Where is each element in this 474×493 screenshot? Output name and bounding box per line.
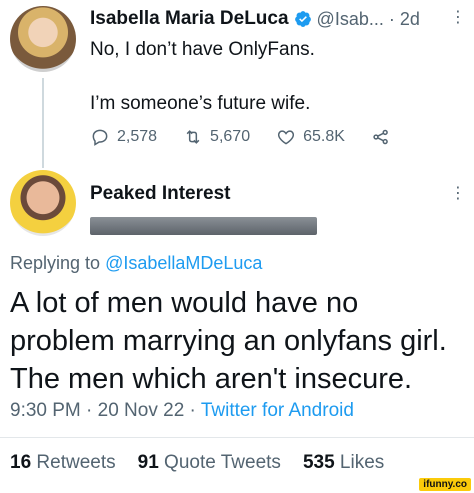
tweet1-actions: 2,578 5,670 65.8K [90,127,424,147]
quotes-stat[interactable]: 91 Quote Tweets [138,452,281,474]
more-options-icon[interactable]: ⋮ [450,10,466,26]
tweet1-text-line2: I’m someone’s future wife. [90,93,311,114]
avatar-isabella[interactable] [10,6,76,72]
likes-stat[interactable]: 535 Likes [303,452,384,474]
tweet-timestamp: 9:30 PM · 20 Nov 22 · Twitter for Androi… [10,400,354,422]
quotes-label: Quote Tweets [164,452,281,473]
reply-count: 2,578 [117,128,158,145]
source-link[interactable]: Twitter for Android [201,400,354,421]
avatar-peaked-interest[interactable] [10,170,76,236]
retweets-label: Retweets [36,452,116,473]
thread-line [42,78,44,168]
retweets-count: 16 [10,452,32,473]
tweet1-text-line1: No, I don’t have OnlyFans. [90,39,315,60]
reply-icon [92,129,108,146]
replying-mention-link[interactable]: @IsabellaMDeLuca [105,253,262,273]
tweet1-header: Isabella Maria DeLuca @Isab... · 2d [90,8,420,30]
author-name[interactable]: Isabella Maria DeLuca [90,8,289,30]
tweet2-text-line: A lot of men would have no [10,287,359,319]
share-icon [373,129,388,145]
tweet2-text-line: problem marrying an onlyfans girl. [10,325,447,357]
tweet2-text-line: The men which aren't insecure. [10,363,413,395]
likes-label: Likes [339,452,385,473]
retweet-icon [186,130,200,144]
quotes-count: 91 [137,452,159,473]
author-name-2[interactable]: Peaked Interest [90,183,230,205]
share-button[interactable] [371,127,398,147]
watermark-logo: ifunny.co [419,478,471,491]
retweet-count: 5,670 [210,128,251,145]
likes-count: 535 [302,452,335,473]
replying-to: Replying to @IsabellaMDeLuca [10,253,262,274]
verified-badge-icon [294,11,311,27]
redacted-handle-bar [90,217,317,235]
time-date[interactable]: 9:30 PM · 20 Nov 22 · [10,400,196,421]
retweets-stat[interactable]: 16 Retweets [10,452,116,474]
divider [0,437,474,438]
replying-prefix: Replying to [10,253,101,273]
engagement-stats: 16 Retweets 91 Quote Tweets 535 Likes [10,452,406,474]
author-handle-time: @Isab... · 2d [316,8,420,29]
like-count: 65.8K [303,128,345,145]
tweet2-text: A lot of men would have no problem marry… [10,284,470,398]
heart-icon [278,130,295,145]
more-options-icon-2[interactable]: ⋮ [450,186,466,202]
like-button[interactable]: 65.8K [276,127,345,147]
reply-button[interactable]: 2,578 [90,127,157,147]
retweet-button[interactable]: 5,670 [183,127,250,147]
